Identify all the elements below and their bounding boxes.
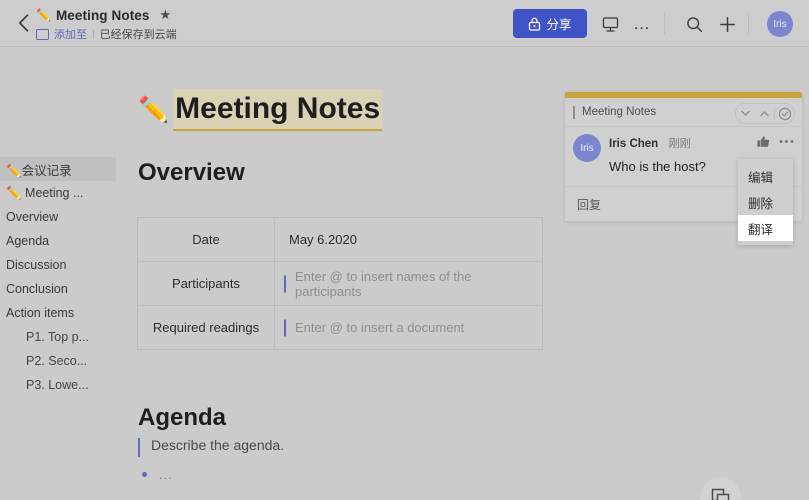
sidebar-item-p3[interactable]: P3. Lowe... [0, 373, 116, 397]
table-cell-value[interactable]: May 6.2020 [275, 218, 543, 262]
table-cell-key: Date [138, 218, 275, 262]
document-heading-title: ✏️ Meeting Notes [138, 89, 382, 131]
share-button[interactable]: 分享 [513, 9, 587, 38]
table-cell-value[interactable]: Enter @ to insert a document [275, 306, 543, 350]
comment-resolve-button[interactable] [775, 105, 794, 122]
back-button[interactable] [10, 10, 36, 36]
comment-author: Iris Chen [609, 138, 658, 150]
more-options-button[interactable]: … [629, 11, 655, 37]
star-icon[interactable]: ★ [160, 7, 172, 23]
app-root: ✏️ Meeting Notes ★ 添加至 | 已经保存到云端 分享 [0, 0, 809, 500]
chevron-up-icon [760, 110, 769, 117]
toolbar-divider-2 [748, 13, 749, 34]
sidebar-item-p1[interactable]: P1. Top p... [0, 325, 116, 349]
new-button[interactable] [714, 11, 740, 37]
ellipsis-icon [779, 139, 794, 144]
present-icon [602, 16, 619, 33]
chevron-left-icon [18, 14, 29, 32]
text-caret [284, 319, 286, 336]
search-button[interactable] [681, 11, 707, 37]
sidebar-item-1[interactable]: ✏️ Meeting ... [0, 181, 116, 205]
sidebar-item-overview[interactable]: Overview [0, 205, 116, 229]
comment-meta: Iris Chen 刚刚 [609, 134, 706, 152]
header-separator: | [92, 29, 95, 40]
thumbs-up-icon [757, 135, 770, 148]
comment-text: Who is the host? [609, 159, 706, 174]
agenda-quote-block[interactable]: Describe the agenda. [138, 437, 284, 457]
pencil-icon: ✏️ [138, 96, 169, 125]
comment-content: Iris Chen 刚刚 Who is the host? [609, 134, 706, 174]
heading-overview: Overview [138, 159, 245, 187]
title-highlighted-text[interactable]: Meeting Notes [173, 89, 382, 131]
chevron-down-icon [741, 110, 750, 117]
top-bar: ✏️ Meeting Notes ★ 添加至 | 已经保存到云端 分享 [0, 0, 809, 47]
table-row: Date May 6.2020 [138, 218, 543, 262]
agenda-quote-text: Describe the agenda. [151, 437, 284, 453]
comment-prev-button[interactable] [736, 105, 755, 122]
folder-icon [36, 29, 49, 40]
table-cell-placeholder: Enter @ to insert a document [295, 320, 464, 335]
ellipsis-icon: … [633, 19, 651, 29]
document-header-info: ✏️ Meeting Notes ★ 添加至 | 已经保存到云端 [36, 6, 177, 42]
text-caret [284, 275, 286, 292]
copy-squares-icon [711, 488, 730, 500]
search-icon [686, 16, 703, 33]
add-to-button[interactable]: 添加至 [54, 26, 87, 42]
sidebar-item-0[interactable]: ✏️会议记录 [0, 157, 116, 181]
comment-nav-group [735, 103, 795, 124]
lock-icon [528, 17, 541, 31]
table-cell-value[interactable]: Enter @ to insert names of the participa… [275, 262, 543, 306]
menu-item-edit[interactable]: 编辑 [738, 163, 793, 189]
sidebar-item-p2[interactable]: P2. Seco... [0, 349, 116, 373]
meta-table: Date May 6.2020 Participants Enter @ to … [137, 217, 543, 350]
table-row: Participants Enter @ to insert names of … [138, 262, 543, 306]
comment-next-button[interactable] [755, 105, 774, 122]
table-row: Required readings Enter @ to insert a do… [138, 306, 543, 350]
floating-action-button[interactable] [700, 477, 741, 500]
table-cell-placeholder: Enter @ to insert names of the participa… [295, 269, 472, 299]
agenda-bullet-item[interactable]: ... [142, 467, 173, 482]
reply-placeholder: 回复 [577, 196, 601, 213]
document-title-row: ✏️ Meeting Notes ★ [36, 6, 177, 24]
toolbar-divider-1 [664, 13, 665, 34]
menu-item-delete[interactable]: 删除 [738, 189, 793, 215]
agenda-bullet-text: ... [159, 467, 173, 482]
sidebar-item-conclusion[interactable]: Conclusion [0, 277, 116, 301]
sidebar-item-agenda[interactable]: Agenda [0, 229, 116, 253]
present-button[interactable] [597, 11, 623, 37]
bullet-dot-icon [142, 472, 147, 477]
comment-panel-title: Meeting Notes [582, 106, 656, 118]
plus-icon [719, 16, 736, 33]
sidebar-item-discussion[interactable]: Discussion [0, 253, 116, 277]
table-cell-key: Participants [138, 262, 275, 306]
user-avatar[interactable]: Iris [767, 11, 793, 37]
table-cell-key: Required readings [138, 306, 275, 350]
outline-sidebar: ✏️会议记录 ✏️ Meeting ... Overview Agenda Di… [0, 47, 116, 500]
share-button-label: 分享 [546, 14, 571, 33]
comment-avatar[interactable]: Iris [573, 134, 601, 162]
quote-mark [573, 106, 575, 119]
saved-status: 已经保存到云端 [100, 26, 177, 42]
comment-context-menu: 编辑 删除 翻译 [738, 159, 793, 245]
heading-agenda: Agenda [138, 404, 226, 432]
menu-item-translate[interactable]: 翻译 [738, 215, 793, 241]
check-circle-icon [778, 107, 792, 121]
comment-panel-header: Meeting Notes [565, 98, 802, 126]
sidebar-item-action-items[interactable]: Action items [0, 301, 116, 325]
comment-actions [757, 135, 794, 148]
document-subtitle-row: 添加至 | 已经保存到云端 [36, 26, 177, 42]
like-button[interactable] [757, 135, 770, 148]
quote-bar [138, 438, 140, 457]
document-title[interactable]: Meeting Notes [56, 8, 150, 23]
pencil-icon: ✏️ [36, 9, 51, 21]
comment-more-button[interactable] [779, 139, 794, 144]
comment-timestamp: 刚刚 [669, 138, 691, 150]
